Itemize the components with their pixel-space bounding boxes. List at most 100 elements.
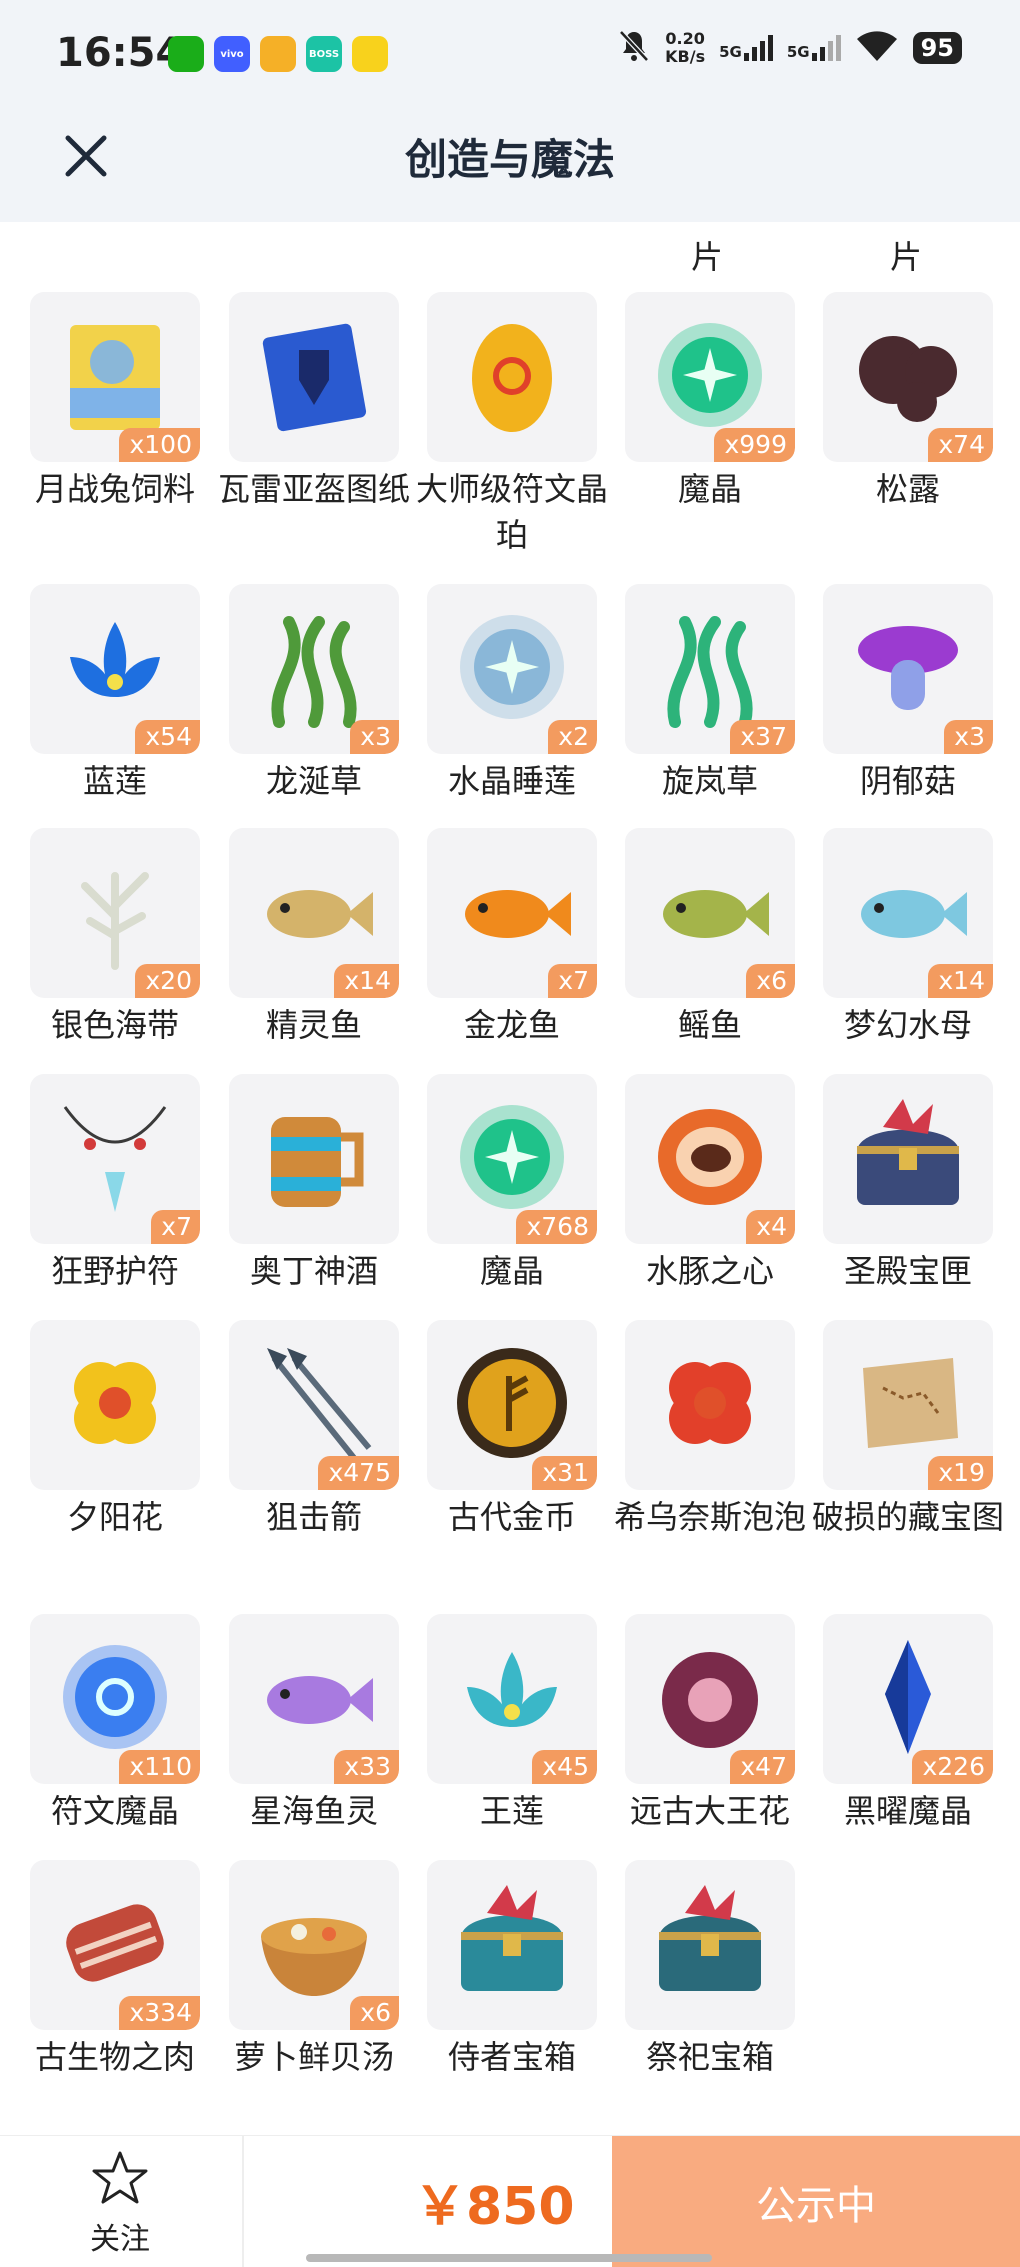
item-card[interactable]: x31 古代金币 xyxy=(419,1320,605,1540)
item-name: 狙击箭 xyxy=(265,1498,362,1536)
item-card[interactable]: 祭祀宝箱 xyxy=(617,1860,803,2080)
item-thumbnail: x54 xyxy=(30,584,200,754)
item-card[interactable]: x7 狂野护符 xyxy=(22,1074,208,1294)
item-thumbnail: x3 xyxy=(823,584,993,754)
item-card[interactable]: x54 蓝莲 xyxy=(22,584,208,804)
item-card[interactable]: x110 符文魔晶 xyxy=(22,1614,208,1834)
item-quantity-badge: x768 xyxy=(516,1210,597,1244)
item-name: 水晶睡莲 xyxy=(447,762,576,800)
follow-label: 关注 xyxy=(90,2222,150,2257)
item-card[interactable]: x7 金龙鱼 xyxy=(419,828,605,1048)
partial-item-label: 片 xyxy=(690,238,723,276)
item-thumbnail xyxy=(625,1860,795,2030)
item-name: 精灵鱼 xyxy=(265,1006,362,1044)
item-card[interactable]: 大师级符文晶珀 xyxy=(416,292,608,558)
item-name: 魔晶 xyxy=(677,470,742,508)
item-name: 银色海带 xyxy=(50,1006,179,1044)
item-thumbnail xyxy=(823,1074,993,1244)
rune-crystal-icon xyxy=(63,1645,167,1749)
item-card[interactable]: x6 鳐鱼 xyxy=(617,828,803,1048)
item-quantity-badge: x3 xyxy=(350,720,399,754)
battery-indicator: 95 xyxy=(912,32,962,64)
item-thumbnail xyxy=(427,292,597,462)
item-card[interactable]: x3 阴郁菇 xyxy=(815,584,1001,804)
rafflesia-icon xyxy=(662,1652,758,1748)
item-card[interactable]: x6 萝卜鲜贝汤 xyxy=(221,1860,407,2080)
item-card[interactable]: x100 月战兔饲料 xyxy=(22,292,208,512)
item-card[interactable]: x19 破损的藏宝图 xyxy=(812,1320,1004,1540)
item-quantity-badge: x74 xyxy=(928,428,993,462)
item-card[interactable]: x14 梦幻水母 xyxy=(815,828,1001,1048)
item-thumbnail: x31 xyxy=(427,1320,597,1490)
item-card[interactable]: x999 魔晶 xyxy=(617,292,803,512)
item-name: 瓦雷亚盔图纸 xyxy=(217,470,410,508)
item-name: 星海鱼灵 xyxy=(249,1792,378,1830)
item-card[interactable]: x3 龙涎草 xyxy=(221,584,407,804)
item-card[interactable]: x33 星海鱼灵 xyxy=(221,1614,407,1834)
item-card[interactable]: x47 远古大王花 xyxy=(617,1614,803,1834)
item-card[interactable]: x768 魔晶 xyxy=(419,1074,605,1294)
item-quantity-badge: x31 xyxy=(532,1456,597,1490)
item-name: 大师级符文晶珀 xyxy=(415,470,608,554)
dragon-grass-icon xyxy=(271,616,357,728)
bottom-bar: 关注 ￥850 公示中 xyxy=(0,2135,1020,2267)
item-thumbnail: x7 xyxy=(427,828,597,998)
item-name: 王莲 xyxy=(479,1792,544,1830)
item-name: 松露 xyxy=(875,470,940,508)
item-card[interactable]: x4 水豚之心 xyxy=(617,1074,803,1294)
item-thumbnail: x6 xyxy=(625,828,795,998)
item-name: 狂野护符 xyxy=(50,1252,179,1290)
amulet-icon xyxy=(63,1106,167,1212)
obsidian-crystal-icon xyxy=(885,1640,931,1754)
item-card[interactable]: x475 狙击箭 xyxy=(221,1320,407,1540)
item-quantity-badge: x4 xyxy=(746,1210,795,1244)
item-grid: 片 片 x100 月战兔饲料 瓦雷亚盔图纸 大师级符文晶珀 x999 魔晶 x74 松露 x54… xyxy=(0,222,1020,2112)
status-action-button[interactable]: 公示中 xyxy=(612,2136,1020,2267)
item-name: 魔晶 xyxy=(479,1252,544,1290)
item-thumbnail: x14 xyxy=(229,828,399,998)
page-title: 创造与魔法 xyxy=(404,135,615,184)
item-name: 远古大王花 xyxy=(629,1792,790,1830)
signal-bars-icon xyxy=(811,35,841,61)
signal-bars-icon xyxy=(743,35,773,61)
item-card[interactable]: x14 精灵鱼 xyxy=(221,828,407,1048)
item-card[interactable]: x2 水晶睡莲 xyxy=(419,584,605,804)
item-card[interactable]: 夕阳花 xyxy=(22,1320,208,1540)
item-name: 祭祀宝箱 xyxy=(645,2038,774,2076)
item-thumbnail: x33 xyxy=(229,1614,399,1784)
item-name: 夕阳花 xyxy=(66,1498,163,1536)
item-card[interactable]: x226 黑曜魔晶 xyxy=(815,1614,1001,1834)
item-quantity-badge: x14 xyxy=(334,964,399,998)
item-card[interactable]: x20 银色海带 xyxy=(22,828,208,1048)
sunset-flower-icon xyxy=(74,1362,156,1444)
treasure-chest-icon xyxy=(659,1885,761,1991)
signal-1: 5G xyxy=(719,35,773,61)
follow-button[interactable]: 关注 xyxy=(60,2150,180,2258)
home-indicator[interactable] xyxy=(306,2254,712,2262)
notification-icons: vivo BOSS xyxy=(168,36,388,72)
boss-icon: BOSS xyxy=(306,36,342,72)
item-card[interactable]: x37 旋岚草 xyxy=(617,584,803,804)
item-card[interactable]: 瓦雷亚盔图纸 xyxy=(218,292,410,512)
blueprint-icon xyxy=(262,323,367,432)
status-indicators: 0.20 KB/s 5G 5G 95 xyxy=(617,28,962,68)
item-card[interactable]: x74 松露 xyxy=(815,292,1001,512)
item-thumbnail: x768 xyxy=(427,1074,597,1244)
item-name: 金龙鱼 xyxy=(463,1006,560,1044)
item-card[interactable]: 希乌奈斯泡泡 xyxy=(614,1320,806,1540)
item-card[interactable]: x45 王莲 xyxy=(419,1614,605,1834)
item-name: 梦幻水母 xyxy=(843,1006,972,1044)
item-card[interactable]: 侍者宝箱 xyxy=(419,1860,605,2080)
king-lotus-icon xyxy=(467,1652,557,1727)
item-thumbnail: x7 xyxy=(30,1074,200,1244)
item-card[interactable]: 奥丁神酒 xyxy=(221,1074,407,1294)
item-name: 符文魔晶 xyxy=(50,1792,179,1830)
item-card[interactable]: 圣殿宝匣 xyxy=(815,1074,1001,1294)
item-thumbnail: x100 xyxy=(30,292,200,462)
item-card[interactable]: x334 古生物之肉 xyxy=(22,1860,208,2080)
temple-box-icon xyxy=(857,1099,959,1205)
item-thumbnail: x334 xyxy=(30,1860,200,2030)
wifi-icon xyxy=(855,29,899,67)
item-thumbnail: x74 xyxy=(823,292,993,462)
treasure-map-icon xyxy=(863,1358,958,1448)
